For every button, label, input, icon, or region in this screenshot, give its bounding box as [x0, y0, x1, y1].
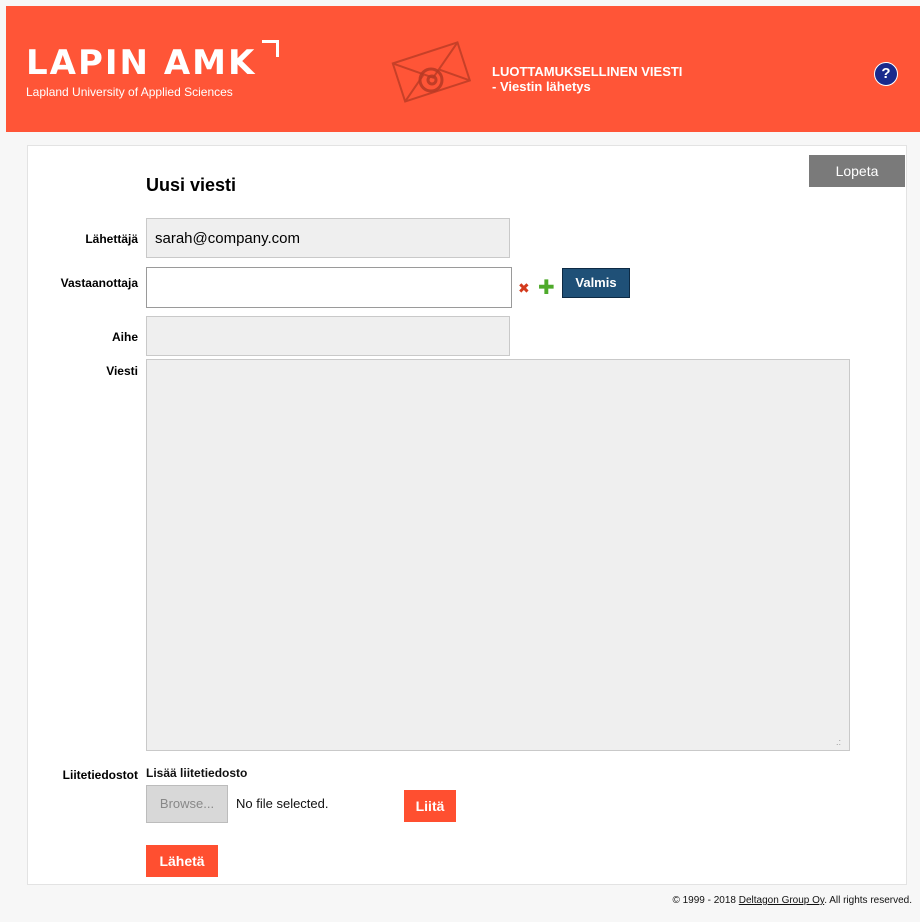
send-button[interactable]: Lähetä — [146, 845, 218, 877]
header-title-line2: - Viestin lähetys — [492, 79, 591, 94]
logo-corner-mark — [262, 40, 279, 57]
recipient-label: Vastaanottaja — [60, 276, 138, 290]
lapin-amk-logo: LAPIN AMK Lapland University of Applied … — [26, 40, 279, 99]
app-header: LAPIN AMK Lapland University of Applied … — [6, 6, 920, 132]
subject-label: Aihe — [111, 330, 138, 344]
add-attachment-label: Lisää liitetiedosto — [146, 766, 248, 780]
envelope-at-icon — [391, 41, 472, 103]
attach-button[interactable]: Liitä — [404, 790, 456, 822]
add-recipient-icon[interactable]: ✚ — [538, 278, 555, 298]
footer-suffix: . All rights reserved. — [824, 895, 912, 906]
message-textarea[interactable] — [146, 359, 850, 751]
browse-button[interactable]: Browse... — [146, 785, 228, 823]
help-icon[interactable]: ? — [874, 62, 898, 86]
header-title-line1: LUOTTAMUKSELLINEN VIESTI — [492, 64, 683, 79]
subject-input[interactable] — [146, 316, 510, 356]
logo-title: LAPIN AMK — [26, 43, 257, 83]
sender-label: Lähettäjä — [85, 232, 138, 246]
remove-recipient-icon[interactable]: ✖ — [518, 281, 530, 295]
file-status-text: No file selected. — [236, 796, 329, 811]
attachments-label: Liitetiedostot — [62, 768, 138, 782]
footer-prefix: © 1999 - 2018 — [672, 895, 739, 906]
quit-button[interactable]: Lopeta — [809, 155, 905, 187]
resize-grip-icon[interactable]: .: — [836, 737, 841, 747]
footer-copyright: © 1999 - 2018 Deltagon Group Oy. All rig… — [672, 895, 912, 906]
done-button[interactable]: Valmis — [562, 268, 630, 298]
header-title: LUOTTAMUKSELLINEN VIESTI - Viestin lähet… — [492, 64, 682, 94]
page-title: Uusi viesti — [146, 175, 237, 195]
footer-company-link[interactable]: Deltagon Group Oy — [739, 895, 824, 906]
sender-field[interactable] — [146, 218, 510, 258]
recipient-input[interactable] — [146, 267, 512, 308]
message-label: Viesti — [106, 364, 138, 378]
logo-subtitle: Lapland University of Applied Sciences — [26, 85, 233, 99]
